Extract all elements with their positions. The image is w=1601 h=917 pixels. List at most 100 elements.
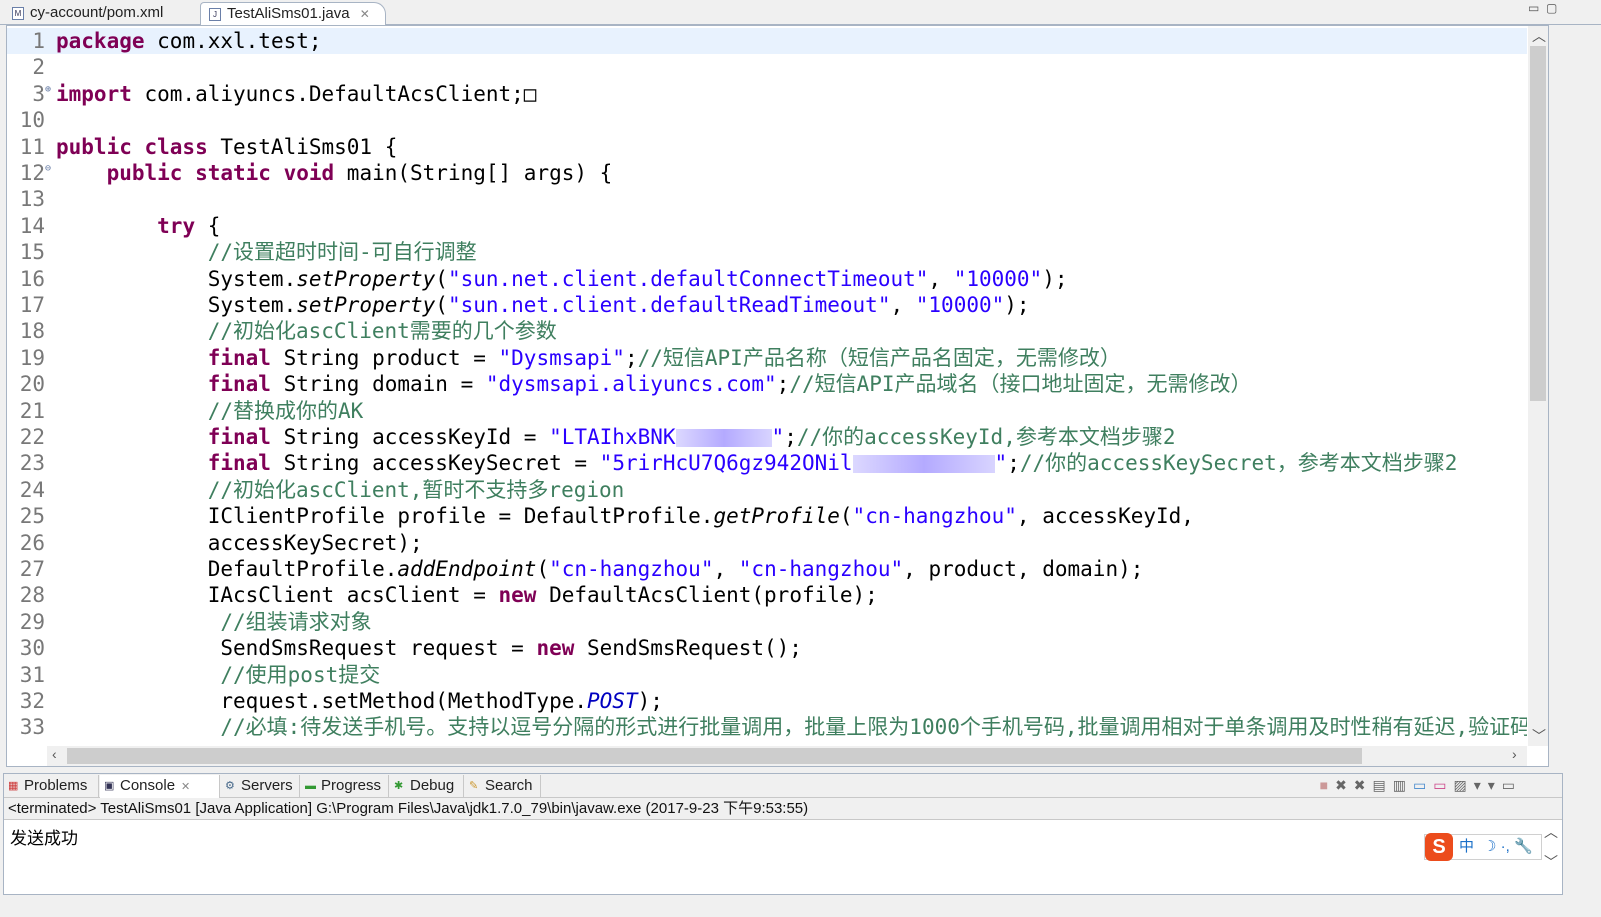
code-text: package com.xxl.test; bbox=[56, 28, 322, 54]
scroll-down-icon[interactable]: ﹀ bbox=[1544, 852, 1558, 872]
code-token: "Dysmsapi" bbox=[498, 345, 625, 370]
tab-debug[interactable]: ✱ Debug bbox=[390, 775, 464, 798]
scroll-down-icon[interactable]: ﹀ bbox=[1532, 726, 1546, 746]
minimize-icon[interactable]: ▭ bbox=[1528, 1, 1539, 15]
code-line[interactable]: 25 IClientProfile profile = DefaultProfi… bbox=[7, 503, 1527, 529]
tab-servers[interactable]: ⚙ Servers bbox=[221, 775, 300, 798]
code-line[interactable]: 2 bbox=[7, 54, 1527, 80]
code-line[interactable]: 31 //使用post提交 bbox=[7, 662, 1527, 688]
code-line[interactable]: 14 try { bbox=[7, 213, 1527, 239]
code-token: //必填:待发送手机号。支持以逗号分隔的形式进行批量调用，批量上限为1000个手… bbox=[220, 715, 1527, 740]
code-line[interactable]: 12 ⊖ public static void main(String[] arg… bbox=[7, 160, 1527, 186]
code-text: //组装请求对象 bbox=[56, 609, 371, 635]
tab-console[interactable]: ▣ Console ✕ bbox=[100, 775, 220, 798]
code-line[interactable]: 24 //初始化ascClient,暂时不支持多region bbox=[7, 477, 1527, 503]
line-number: 18 bbox=[19, 319, 45, 344]
line-number: 19 bbox=[19, 345, 45, 370]
tab-testalisms01-java[interactable]: J TestAliSms01.java ✕ bbox=[200, 2, 386, 25]
sogou-logo-icon: S bbox=[1425, 833, 1453, 861]
code-line[interactable]: 26 accessKeySecret); bbox=[7, 530, 1527, 556]
code-token: " bbox=[771, 425, 785, 449]
horizontal-scrollbar[interactable]: ‹ › bbox=[47, 746, 1527, 766]
scroll-lock-icon[interactable]: ▥ bbox=[1393, 777, 1413, 793]
line-number: 21 bbox=[19, 398, 45, 423]
code-area[interactable]: 1 package com.xxl.test; 2 3 ⊕ import com.aliy… bbox=[7, 26, 1527, 746]
tab-problems[interactable]: ▦ Problems bbox=[4, 775, 99, 798]
remove-all-icon[interactable]: ✖ bbox=[1354, 777, 1373, 793]
code-token: , bbox=[713, 557, 739, 581]
show-stderr-icon[interactable]: ▭ bbox=[1433, 777, 1453, 793]
clear-console-icon[interactable]: ▤ bbox=[1373, 777, 1393, 793]
code-line[interactable]: 28 IAcsClient acsClient = new DefaultAcs… bbox=[7, 582, 1527, 608]
code-line[interactable]: 18 //初始化ascClient需要的几个参数 bbox=[7, 318, 1527, 344]
tab-search[interactable]: ✎ Search bbox=[465, 775, 541, 798]
code-line[interactable]: 16 System.setProperty("sun.net.client.de… bbox=[7, 266, 1527, 292]
code-token: //使用post提交 bbox=[220, 662, 381, 687]
code-line[interactable]: 17 System.setProperty("sun.net.client.de… bbox=[7, 292, 1527, 318]
java-file-icon: J bbox=[209, 8, 221, 21]
vertical-scrollbar[interactable]: ︿ ﹀ bbox=[1528, 26, 1548, 746]
code-line[interactable]: 23 final String accessKeySecret = "5rirH… bbox=[7, 450, 1527, 476]
ime-mode[interactable]: 中 bbox=[1459, 835, 1474, 859]
code-token: //短信API产品名称（短信产品名固定，无需修改） bbox=[637, 345, 1121, 370]
code-line[interactable]: 13 bbox=[7, 186, 1527, 212]
code-line[interactable]: 15 //设置超时时间-可自行调整 bbox=[7, 239, 1527, 265]
tab-label: Problems bbox=[24, 777, 88, 794]
progress-icon: ▬ bbox=[305, 780, 316, 792]
close-tab-icon[interactable]: ✕ bbox=[181, 781, 190, 793]
code-text: final String accessKeyId = "LTAIhxBNK ";/… bbox=[56, 424, 1176, 450]
code-line[interactable]: 30 SendSmsRequest request = new SendSmsR… bbox=[7, 635, 1527, 661]
code-line[interactable]: 19 final String product = "Dysmsapi";//短… bbox=[7, 345, 1527, 371]
line-number: 20 bbox=[19, 372, 45, 397]
terminate-icon[interactable]: ■ bbox=[1320, 777, 1335, 793]
scroll-up-icon[interactable]: ︿ bbox=[1532, 26, 1546, 46]
code-line[interactable]: 21 //替换成你的AK bbox=[7, 398, 1527, 424]
ime-settings-icons[interactable]: ☽ ·, 🔧 bbox=[1483, 835, 1533, 859]
code-token: "LTAIhxBNK bbox=[549, 425, 676, 449]
code-line[interactable]: 20 final String domain = "dysmsapi.aliyu… bbox=[7, 371, 1527, 397]
code-line[interactable]: 11 public class TestAliSms01 { bbox=[7, 134, 1527, 160]
code-token: //设置超时时间-可自行调整 bbox=[207, 240, 477, 265]
scroll-up-icon[interactable]: ︿ bbox=[1544, 822, 1558, 842]
code-token: "cn-hangzhou" bbox=[549, 557, 714, 581]
collapse-fold-icon[interactable]: ⊖ bbox=[45, 156, 51, 182]
expand-fold-icon[interactable]: ⊕ bbox=[45, 77, 51, 103]
code-line[interactable]: 22 final String accessKeyId = "LTAIhxBNK… bbox=[7, 424, 1527, 450]
open-console-icon[interactable]: ▾ bbox=[1488, 777, 1502, 793]
scroll-thumb[interactable] bbox=[67, 748, 1362, 764]
minimize-icon[interactable]: ▭ bbox=[1502, 777, 1522, 793]
tab-label: cy-account/pom.xml bbox=[30, 4, 164, 21]
show-stdout-icon[interactable]: ▭ bbox=[1413, 777, 1433, 793]
ime-toolbar[interactable]: S 中 ☽ ·, 🔧 bbox=[1424, 833, 1542, 861]
code-editor[interactable]: 1 package com.xxl.test; 2 3 ⊕ import com.aliy… bbox=[6, 25, 1549, 767]
code-token: System. bbox=[56, 266, 297, 291]
code-line[interactable]: 1 package com.xxl.test; bbox=[7, 28, 1527, 55]
code-line[interactable]: 3 ⊕ import com.aliyuncs.DefaultAcsClient;□ bbox=[7, 81, 1527, 107]
code-line[interactable]: 33 //必填:待发送手机号。支持以逗号分隔的形式进行批量调用，批量上限为100… bbox=[7, 714, 1527, 740]
scroll-right-icon[interactable]: › bbox=[1512, 746, 1517, 762]
line-number: 24 bbox=[19, 477, 45, 502]
code-text: //替换成你的AK bbox=[56, 398, 364, 424]
code-text: request.setMethod(MethodType.POST); bbox=[56, 688, 663, 714]
code-line[interactable]: 27 DefaultProfile.addEndpoint("cn-hangzh… bbox=[7, 556, 1527, 582]
tab-pom-xml[interactable]: M cy-account/pom.xml bbox=[4, 2, 196, 25]
code-line[interactable]: 29 //组装请求对象 bbox=[7, 609, 1527, 635]
display-console-icon[interactable]: ▾ bbox=[1474, 777, 1488, 793]
code-text: //设置超时时间-可自行调整 bbox=[56, 239, 477, 265]
redacted-blur bbox=[852, 455, 995, 474]
code-line[interactable]: 10 bbox=[7, 107, 1527, 133]
maximize-icon[interactable]: ▢ bbox=[1546, 1, 1557, 15]
remove-launch-icon[interactable]: ✖ bbox=[1335, 777, 1354, 793]
code-line[interactable]: 32 request.setMethod(MethodType.POST); bbox=[7, 688, 1527, 714]
close-tab-icon[interactable]: ✕ bbox=[360, 7, 370, 21]
code-token: //初始化ascClient需要的几个参数 bbox=[207, 319, 557, 344]
pin-console-icon[interactable]: ▨ bbox=[1453, 777, 1473, 793]
code-token: String accessKeyId = bbox=[270, 425, 550, 449]
scroll-left-icon[interactable]: ‹ bbox=[52, 746, 57, 762]
code-token: { bbox=[195, 213, 221, 238]
tab-progress[interactable]: ▬ Progress bbox=[301, 775, 389, 798]
scroll-thumb[interactable] bbox=[1530, 46, 1546, 401]
code-token: ( bbox=[435, 293, 448, 317]
